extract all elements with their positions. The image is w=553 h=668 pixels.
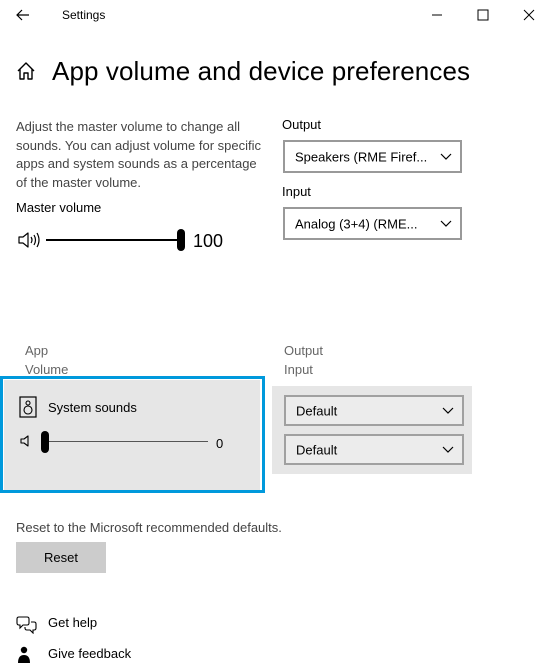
output-label: Output bbox=[282, 117, 322, 132]
system-sounds-speaker-icon bbox=[19, 396, 37, 418]
close-icon bbox=[523, 9, 535, 21]
master-volume-label: Master volume bbox=[16, 200, 102, 215]
chevron-down-icon bbox=[442, 407, 454, 414]
close-button[interactable] bbox=[514, 3, 544, 27]
app-volume-value: 0 bbox=[216, 436, 224, 451]
input-device-dropdown[interactable]: Analog (3+4) (RME... bbox=[283, 207, 462, 240]
back-arrow-icon bbox=[16, 9, 29, 21]
highlight-frame bbox=[0, 376, 265, 493]
app-volume-track[interactable] bbox=[46, 441, 208, 442]
app-name: System sounds bbox=[48, 400, 137, 415]
master-volume-value: 100 bbox=[193, 231, 224, 251]
feedback-person-icon bbox=[18, 646, 30, 663]
window-title: Settings bbox=[62, 8, 106, 22]
chevron-down-icon bbox=[440, 220, 452, 227]
app-volume-slider-thumb[interactable] bbox=[41, 431, 49, 453]
master-volume-description: Adjust the master volume to change all s… bbox=[16, 119, 261, 190]
app-output-value: Default bbox=[296, 403, 338, 418]
input-device-value: Analog (3+4) (RME... bbox=[295, 216, 418, 231]
column-volume: Volume bbox=[25, 362, 69, 377]
reset-description: Reset to the Microsoft recommended defau… bbox=[16, 520, 282, 535]
minimize-icon bbox=[432, 14, 442, 16]
column-input: Input bbox=[284, 362, 313, 377]
back-button[interactable] bbox=[10, 4, 36, 26]
get-help-label: Get help bbox=[48, 615, 98, 630]
chat-help-icon bbox=[16, 616, 37, 634]
app-output-dropdown[interactable]: Default bbox=[284, 395, 464, 426]
output-device-dropdown[interactable]: Speakers (RME Firef... bbox=[283, 140, 462, 173]
reset-button[interactable]: Reset bbox=[16, 542, 106, 573]
speaker-icon[interactable] bbox=[17, 230, 41, 250]
mute-speaker-icon[interactable] bbox=[19, 434, 33, 448]
give-feedback-link[interactable]: Give feedback bbox=[14, 643, 214, 665]
maximize-button[interactable] bbox=[468, 3, 498, 27]
home-icon[interactable] bbox=[15, 60, 37, 82]
app-input-dropdown[interactable]: Default bbox=[284, 434, 464, 465]
title-bar: Settings bbox=[0, 0, 553, 32]
column-output: Output bbox=[284, 343, 324, 358]
input-label: Input bbox=[282, 184, 311, 199]
get-help-link[interactable]: Get help bbox=[14, 612, 214, 634]
give-feedback-label: Give feedback bbox=[48, 646, 132, 661]
master-volume-slider-thumb[interactable] bbox=[177, 229, 185, 251]
column-app: App bbox=[25, 343, 49, 358]
master-volume-track[interactable] bbox=[46, 239, 182, 241]
minimize-button[interactable] bbox=[422, 3, 452, 27]
maximize-icon bbox=[477, 9, 489, 21]
app-input-value: Default bbox=[296, 442, 338, 457]
chevron-down-icon bbox=[440, 153, 452, 160]
output-device-value: Speakers (RME Firef... bbox=[295, 149, 428, 164]
page-title: App volume and device preferences bbox=[52, 56, 471, 86]
chevron-down-icon bbox=[442, 446, 454, 453]
